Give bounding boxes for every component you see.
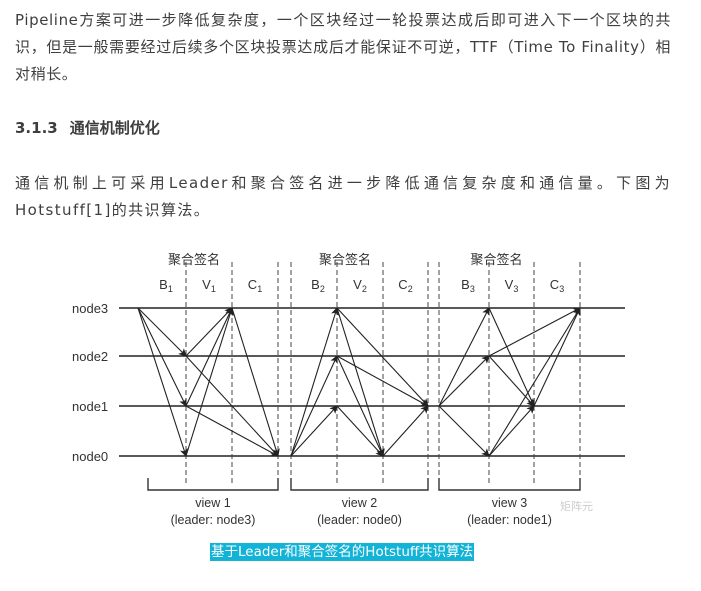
- message-arrow: [231, 307, 280, 457]
- node-label: node0: [72, 449, 108, 464]
- message-arrow: [185, 307, 234, 457]
- view-bracket: [438, 478, 581, 491]
- phase-label: V2: [353, 277, 367, 294]
- phase-label: B3: [461, 277, 475, 294]
- phase-label: V3: [505, 277, 519, 294]
- message-arrow: [336, 405, 384, 457]
- message-arrow: [290, 307, 339, 457]
- hotstuff-diagram: 矩阵元 node0 node1 node2 node3 聚合签名 B1 V1 C1 view 1…: [72, 252, 625, 527]
- message-arrow: [438, 355, 490, 407]
- message-arrow: [185, 307, 233, 407]
- view-label: view 2: [342, 496, 377, 510]
- aggregate-signature-label: 聚合签名: [319, 252, 371, 267]
- node-label: node2: [72, 349, 108, 364]
- phase-label: C3: [550, 277, 564, 294]
- message-arrow: [336, 307, 385, 457]
- aggregate-signature-label: 聚合签名: [470, 252, 522, 267]
- view-label: view 1: [195, 496, 230, 510]
- message-arrow: [438, 405, 490, 457]
- phase-label: C1: [248, 277, 262, 294]
- message-arrow: [137, 307, 187, 407]
- figure-caption: 基于Leader和聚合签名的Hotstuff共识算法: [210, 543, 475, 561]
- watermark: 矩阵元: [560, 499, 593, 513]
- message-arrow: [488, 307, 535, 407]
- message-arrow: [382, 405, 429, 457]
- message-arrow: [290, 405, 338, 457]
- message-arrow: [438, 307, 490, 407]
- node-label: node1: [72, 399, 108, 414]
- message-arrow: [488, 355, 535, 407]
- view-leader-label: (leader: node0): [317, 513, 402, 527]
- view-leader-label: (leader: node3): [171, 513, 256, 527]
- view-leader-label: (leader: node1): [467, 513, 552, 527]
- phase-label: C2: [398, 277, 412, 294]
- view-bracket: [290, 478, 429, 491]
- view-bracket: [147, 478, 279, 491]
- phase-label: B1: [159, 277, 173, 294]
- message-arrow: [533, 307, 581, 407]
- phase-label: V1: [202, 277, 216, 294]
- phase-label: B2: [311, 277, 325, 294]
- aggregate-signature-label: 聚合签名: [168, 252, 220, 267]
- node-label: node3: [72, 301, 108, 316]
- view-label: view 3: [492, 496, 527, 510]
- message-arrow: [137, 307, 188, 457]
- message-arrow: [137, 307, 187, 357]
- message-arrow: [488, 307, 581, 357]
- message-arrow: [488, 405, 535, 457]
